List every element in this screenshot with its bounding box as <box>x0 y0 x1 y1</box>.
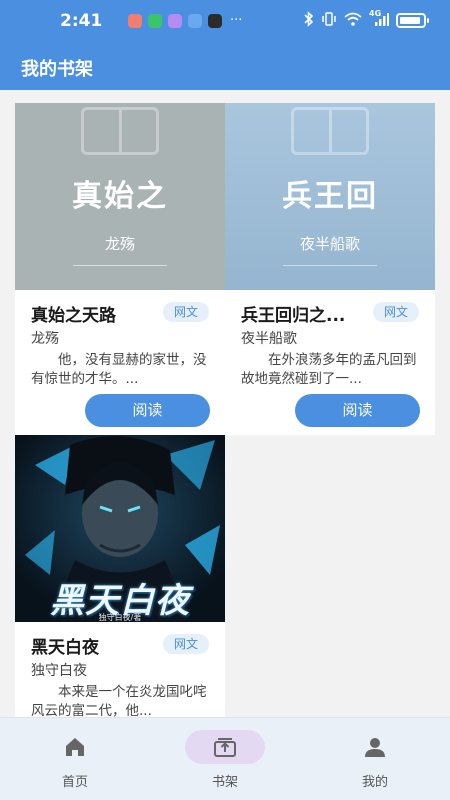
book-title[interactable]: 兵王回归之... <box>241 301 373 326</box>
book-cover[interactable]: 真始之 龙殇 <box>15 103 225 290</box>
book-cover[interactable]: 兵王回 夜半船歌 <box>225 103 435 290</box>
status-time: 2:41 <box>60 11 103 31</box>
book-card[interactable]: 黑天白夜 独守白夜/著 黑天白夜 网文 独守白夜 本来是一个在炎龙国叱咤风云的富… <box>15 435 225 717</box>
read-button[interactable]: 阅读 <box>295 394 420 427</box>
wechat-icon <box>148 13 162 28</box>
cover-author: 龙殇 <box>104 235 135 253</box>
cover-title: 兵王回 <box>282 179 378 214</box>
status-system-icons: 4G <box>304 9 429 30</box>
notification-app-icon <box>168 13 182 28</box>
bluetooth-icon <box>304 11 314 30</box>
book-description: 在外浪荡多年的孟凡回到故地竟然碰到了一... <box>241 352 417 387</box>
cover-author: 夜半船歌 <box>299 235 360 253</box>
open-book-icon <box>291 107 369 155</box>
open-book-icon <box>81 107 159 155</box>
battery-icon <box>396 13 429 28</box>
tab-label: 首页 <box>61 775 88 790</box>
signal-icon: 4G <box>369 9 389 29</box>
wifi-icon <box>344 12 362 29</box>
book-author: 夜半船歌 <box>241 331 297 347</box>
notification-app-icon <box>188 13 202 28</box>
book-cover[interactable]: 黑天白夜 独守白夜/著 <box>15 435 225 622</box>
qq-icon <box>208 13 222 28</box>
cover-divider <box>73 265 167 266</box>
bottom-tab-bar: 首页 书架 我的 <box>0 717 450 800</box>
vibrate-icon <box>321 12 337 29</box>
book-description: 他，没有显赫的家世，没有惊世的才华。... <box>31 352 207 387</box>
tab-label: 书架 <box>211 775 238 790</box>
status-bar: 2:41 ··· 4G <box>0 0 450 42</box>
status-notification-icons: ··· <box>128 13 242 28</box>
home-icon <box>63 735 87 759</box>
bookshelf-icon <box>213 735 237 759</box>
more-notifications-icon: ··· <box>230 13 243 28</box>
tab-profile[interactable]: 我的 <box>300 718 450 800</box>
bookshelf-grid[interactable]: 真始之 龙殇 真始之天路 网文 龙殇 他，没有显赫的家世，没有惊世的才华。...… <box>0 90 450 717</box>
book-title[interactable]: 真始之天路 <box>31 301 163 326</box>
cover-title: 真始之 <box>72 179 168 214</box>
category-tag: 网文 <box>163 302 209 322</box>
category-tag: 网文 <box>163 634 209 654</box>
book-card[interactable]: 兵王回 夜半船歌 兵王回归之... 网文 夜半船歌 在外浪荡多年的孟凡回到故地竟… <box>225 103 435 435</box>
category-tag: 网文 <box>373 302 419 322</box>
notification-app-icon <box>128 13 142 28</box>
cover-divider <box>283 265 377 266</box>
page-title: 我的书架 <box>21 59 93 80</box>
book-author: 龙殇 <box>31 331 59 347</box>
book-title[interactable]: 黑天白夜 <box>31 633 163 658</box>
read-button[interactable]: 阅读 <box>85 394 210 427</box>
user-icon <box>363 735 387 759</box>
cover-subtitle: 独守白夜/著 <box>98 613 142 622</box>
tab-bookshelf[interactable]: 书架 <box>150 718 300 800</box>
tab-label: 我的 <box>361 775 388 790</box>
book-author: 独守白夜 <box>31 663 87 679</box>
app-header: 我的书架 <box>0 42 450 90</box>
network-type-label: 4G <box>369 9 382 18</box>
book-description: 本来是一个在炎龙国叱咤风云的富二代，他... <box>31 684 207 717</box>
book-card[interactable]: 真始之 龙殇 真始之天路 网文 龙殇 他，没有显赫的家世，没有惊世的才华。...… <box>15 103 225 435</box>
tab-home[interactable]: 首页 <box>0 718 150 800</box>
